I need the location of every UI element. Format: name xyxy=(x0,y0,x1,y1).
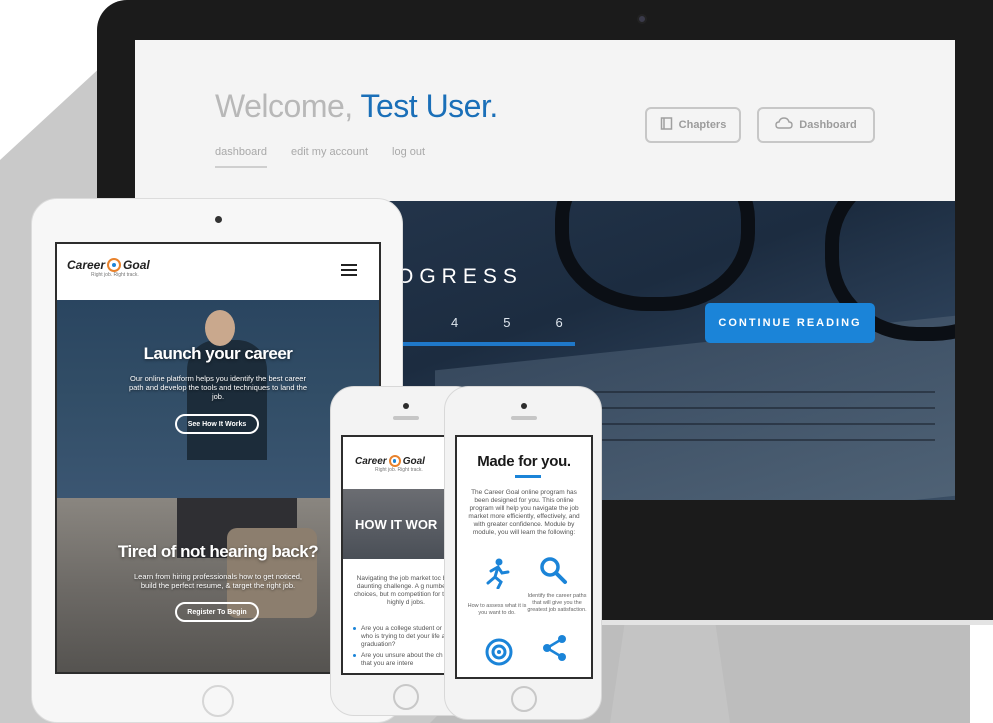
search-icon xyxy=(533,555,573,592)
hero-title: Launch your career xyxy=(143,344,293,363)
logo-word-left: Career xyxy=(67,258,106,272)
chapters-label: Chapters xyxy=(678,119,727,131)
speaker-grille xyxy=(393,416,419,420)
speaker-grille xyxy=(511,416,537,420)
register-button[interactable]: Register To Begin xyxy=(175,602,259,622)
cloud-icon xyxy=(775,117,793,133)
account-nav: dashboard edit my account log out xyxy=(215,146,425,168)
camera-icon xyxy=(637,14,647,24)
person-image xyxy=(205,310,235,346)
nav-edit-account[interactable]: edit my account xyxy=(291,146,368,168)
site-logo[interactable]: Career Goal Right job. Right track. xyxy=(67,258,150,278)
site-logo[interactable]: Career Goal Right job. Right track. xyxy=(355,455,425,473)
body-text: The Career Goal online program has been … xyxy=(468,489,580,536)
step-number[interactable]: 6 xyxy=(555,315,562,330)
iphone-screen: Made for you. The Career Goal online pro… xyxy=(455,435,593,679)
target-icon xyxy=(107,258,122,272)
section-title: HOW IT WOR xyxy=(355,517,438,532)
section-title: Made for you. xyxy=(477,453,571,470)
progress-steps: 4 5 6 xyxy=(451,315,563,330)
camera-icon xyxy=(215,216,222,223)
logo-tagline: Right job. Right track. xyxy=(91,272,139,278)
continue-reading-button[interactable]: CONTINUE READING xyxy=(705,303,875,343)
home-button[interactable] xyxy=(393,684,419,710)
book-icon xyxy=(660,117,673,133)
home-button[interactable] xyxy=(511,686,537,712)
iphone-frame: Made for you. The Career Goal online pro… xyxy=(444,386,602,720)
logo-word-right: Goal xyxy=(402,455,425,467)
runner-icon xyxy=(477,557,517,596)
device-mockup-scene: Welcome, Test User. dashboard edit my ac… xyxy=(0,0,993,723)
chapters-button[interactable]: Chapters xyxy=(645,107,741,143)
feature-text: Identify the career paths that will give… xyxy=(527,593,587,613)
step-number[interactable]: 5 xyxy=(503,315,510,330)
logo-word-right: Goal xyxy=(123,258,150,272)
dashboard-button[interactable]: Dashboard xyxy=(757,107,875,143)
site-header: Career Goal Right job. Right track. xyxy=(57,244,379,300)
imac-stand xyxy=(610,625,730,723)
see-how-it-works-button[interactable]: See How It Works xyxy=(175,414,259,434)
welcome-prefix: Welcome, xyxy=(215,88,353,124)
menu-icon[interactable] xyxy=(341,264,357,276)
glasses-image xyxy=(555,201,755,311)
camera-icon xyxy=(403,403,409,409)
camera-icon xyxy=(521,403,527,409)
user-name: Test User. xyxy=(360,88,498,124)
target-icon xyxy=(479,637,519,674)
logo-tagline: Right job. Right track. xyxy=(375,467,423,473)
step-number[interactable]: 4 xyxy=(451,315,458,330)
welcome-heading: Welcome, Test User. xyxy=(215,88,498,125)
target-icon xyxy=(388,455,401,467)
hero-text: Our online platform helps you identify t… xyxy=(128,374,308,401)
logo-word-left: Career xyxy=(355,455,387,467)
feature-text: How to assess what it is you want to do. xyxy=(467,603,527,616)
dashboard-label: Dashboard xyxy=(799,119,857,131)
progress-title: OGRESS xyxy=(397,265,523,288)
title-underline xyxy=(515,475,541,478)
home-button[interactable] xyxy=(202,685,234,717)
share-icon xyxy=(535,633,575,670)
progress-bar xyxy=(397,342,575,346)
nav-dashboard[interactable]: dashboard xyxy=(215,146,267,168)
nav-log-out[interactable]: log out xyxy=(392,146,425,168)
